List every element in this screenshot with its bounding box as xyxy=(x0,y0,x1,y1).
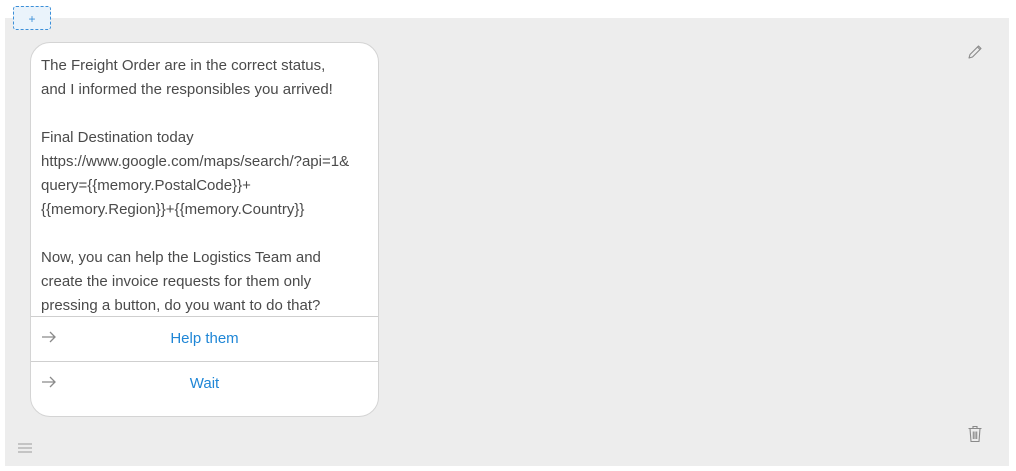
message-paragraph-status: The Freight Order are in the correct sta… xyxy=(41,57,333,98)
quick-reply-label: Wait xyxy=(189,375,220,392)
add-message-button[interactable]: + xyxy=(13,6,51,30)
drag-handle-icon[interactable] xyxy=(17,442,33,454)
message-paragraph-question: Now, you can help the Logistics Team and… xyxy=(41,249,321,314)
quick-reply-wait[interactable]: Wait xyxy=(31,361,378,406)
arrow-right-icon xyxy=(42,376,56,388)
quick-reply-help-them[interactable]: Help them xyxy=(31,316,378,361)
arrow-right-icon xyxy=(42,331,56,343)
message-paragraph-destination: Final Destination today https://www.goog… xyxy=(41,129,350,218)
message-text: The Freight Order are in the correct sta… xyxy=(31,43,378,316)
message-panel: The Freight Order are in the correct sta… xyxy=(5,18,1009,466)
pencil-icon[interactable] xyxy=(967,44,983,60)
trash-icon[interactable] xyxy=(967,425,983,443)
message-card: The Freight Order are in the correct sta… xyxy=(30,42,379,417)
quick-reply-label: Help them xyxy=(170,330,239,347)
